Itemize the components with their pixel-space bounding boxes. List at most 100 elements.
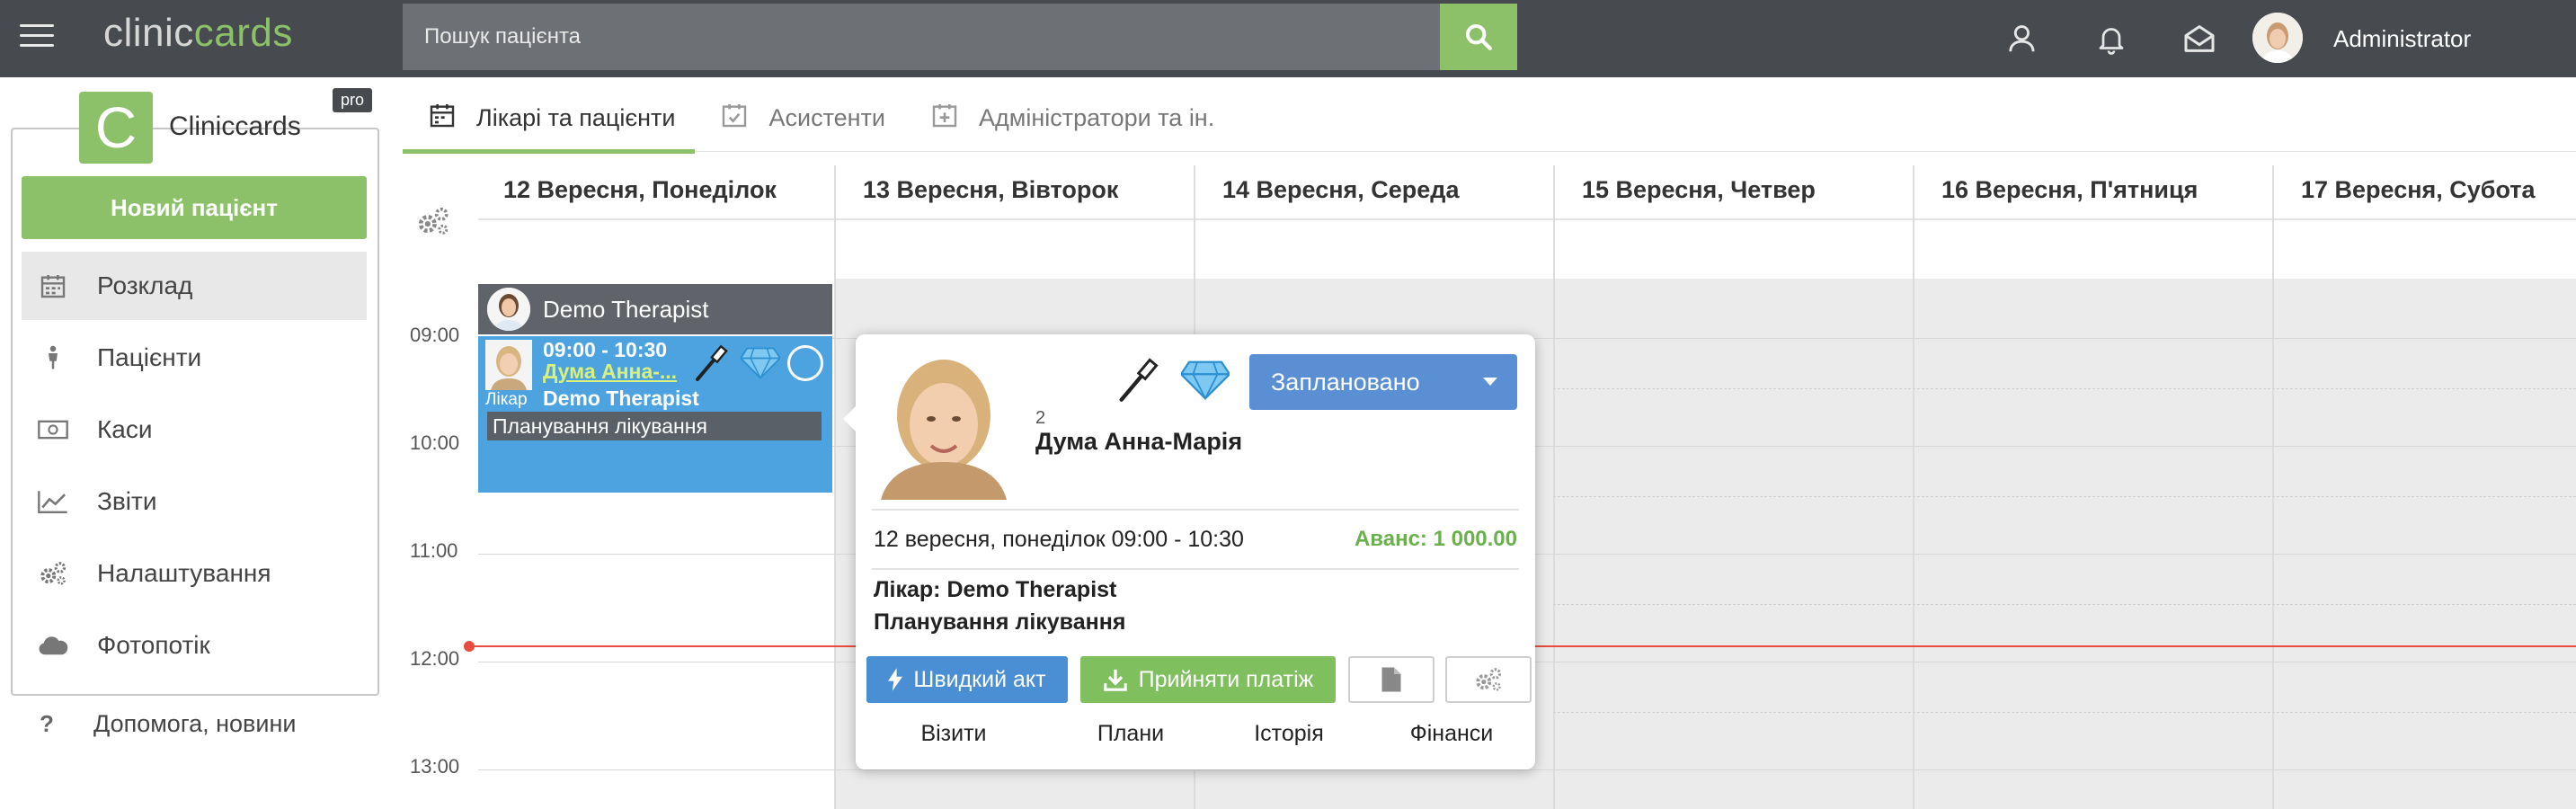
history-link[interactable]: Історія: [1210, 721, 1368, 747]
day-header[interactable]: 16 Вересня, П'ятниця: [1941, 176, 2198, 204]
user-icon: [2009, 25, 2035, 52]
time-label: 09:00: [410, 324, 460, 346]
tab-administrators[interactable]: Адміністратори та ін.: [905, 86, 1234, 149]
bell-icon: [2099, 28, 2124, 55]
doctor-column-header[interactable]: Demo Therapist: [478, 284, 832, 334]
day-header[interactable]: 12 Вересня, Понеділок: [503, 176, 777, 204]
sidebar-item-settings[interactable]: Налаштування: [22, 539, 367, 608]
appointment-icons: [690, 342, 823, 385]
day-column-bg: [1914, 279, 2272, 809]
tab-assistants[interactable]: Асистенти: [695, 86, 905, 149]
appointment-time: 09:00 - 10:30: [543, 338, 668, 361]
finances-link[interactable]: Фінанси: [1368, 721, 1535, 747]
sidebar-item-label: Пацієнти: [97, 343, 202, 371]
user-switch-button[interactable]: [2003, 18, 2044, 59]
sidebar-item-reports[interactable]: Звіти: [22, 467, 367, 536]
status-circle-icon[interactable]: [787, 345, 823, 381]
sidebar-item-cash[interactable]: Каси: [22, 396, 367, 464]
popup-divider: [872, 568, 1519, 570]
sidebar-item-label: Каси: [97, 415, 153, 443]
time-label: 10:00: [410, 431, 460, 454]
sidebar-item-photostream[interactable]: Фотопотік: [22, 611, 367, 680]
pro-badge: pro: [333, 88, 373, 112]
plans-link[interactable]: Плани: [1052, 721, 1210, 747]
day-header[interactable]: 13 Вересня, Вівторок: [863, 176, 1118, 204]
current-time-dot: [464, 641, 475, 652]
diamond-icon: [741, 347, 780, 380]
tab-label: Лікарі та пацієнти: [476, 103, 676, 131]
clinic-logo: C: [79, 92, 153, 164]
patient-search-input[interactable]: [403, 4, 1440, 70]
app-logo[interactable]: cliniccards: [103, 11, 293, 56]
help-label: Допомога, новини: [93, 710, 297, 737]
half-hour-line: [1553, 712, 2576, 713]
calendar-icon: [34, 271, 72, 300]
half-hour-line: [1553, 496, 2576, 497]
notifications-button[interactable]: [2091, 18, 2132, 59]
appointment-doctor-label: Лікар: [485, 390, 528, 409]
person-icon: [34, 343, 72, 372]
calendar-check-icon: [720, 101, 749, 136]
new-patient-button[interactable]: Новий пацієнт: [22, 176, 367, 239]
half-hour-line: [1553, 604, 2576, 605]
time-label: 13:00: [410, 755, 460, 778]
popup-arrow: [843, 406, 856, 431]
patient-thumbnail: [485, 340, 532, 390]
logo-text-part1: clinic: [103, 11, 194, 55]
popup-divider: [872, 509, 1519, 511]
quick-act-label: Швидкий акт: [913, 666, 1046, 692]
sidebar-item-schedule[interactable]: Розклад: [22, 252, 367, 320]
tab-doctors-patients[interactable]: Лікарі та пацієнти: [403, 86, 696, 154]
chart-icon: [34, 489, 72, 514]
accept-payment-button[interactable]: Прийняти платіж: [1080, 656, 1336, 703]
popup-tool-icons: [1113, 354, 1230, 406]
cloud-icon: [34, 634, 72, 657]
toothbrush-icon: [1119, 358, 1159, 402]
patient-name[interactable]: Дума Анна-Марія: [1035, 428, 1242, 456]
tab-label: Асистенти: [768, 103, 886, 131]
chevron-down-icon: [1483, 378, 1497, 386]
appointment-plan-text: Планування лікування: [874, 609, 1126, 635]
doctor-name: Demo Therapist: [543, 295, 709, 323]
calendar-settings-button[interactable]: [415, 203, 451, 244]
document-icon: [1381, 667, 1401, 692]
search-button[interactable]: [1440, 4, 1517, 70]
sidebar-item-label: Фотопотік: [97, 631, 210, 659]
half-hour-line: [1553, 388, 2576, 389]
cash-icon: [34, 417, 72, 442]
sidebar-item-label: Налаштування: [97, 559, 271, 587]
search-icon: [1465, 23, 1492, 50]
appointment-doctor-name: Demo Therapist: [543, 387, 699, 410]
question-icon: ?: [40, 710, 54, 737]
sidebar-item-label: Звіти: [97, 487, 157, 515]
day-header[interactable]: 14 Вересня, Середа: [1222, 176, 1459, 204]
document-button[interactable]: [1348, 656, 1435, 703]
diamond-icon: [1181, 360, 1230, 401]
status-dropdown[interactable]: Заплановано: [1249, 354, 1517, 410]
top-bar: cliniccards Administrator: [0, 0, 2576, 77]
messages-button[interactable]: [2179, 18, 2220, 59]
appointment-settings-button[interactable]: [1445, 656, 1532, 703]
visits-link[interactable]: Візити: [856, 721, 1052, 747]
day-header[interactable]: 17 Вересня, Субота: [2301, 176, 2536, 204]
column-divider: [834, 165, 836, 809]
patient-number: 2: [1035, 408, 1046, 428]
help-news-link[interactable]: ? Допомога, новини: [40, 710, 296, 738]
user-name[interactable]: Administrator: [2333, 25, 2471, 53]
day-header[interactable]: 15 Вересня, Четвер: [1582, 176, 1816, 204]
hour-line: [478, 769, 2576, 770]
tab-label: Адміністратори та ін.: [979, 103, 1215, 131]
patient-search: [403, 4, 1517, 70]
staff-tabs: Лікарі та пацієнти Асистенти Адміністрат…: [403, 86, 1234, 154]
user-avatar[interactable]: [2252, 13, 2303, 63]
calendar-header-line: [478, 218, 2576, 220]
sidebar-item-patients[interactable]: Пацієнти: [22, 324, 367, 392]
logo-text-part2: cards: [193, 11, 293, 55]
patient-photo: [872, 347, 1016, 500]
sidebar-item-label: Розклад: [97, 271, 193, 299]
hamburger-menu-icon[interactable]: [20, 24, 54, 51]
quick-act-button[interactable]: Швидкий акт: [866, 656, 1068, 703]
calendar-plus-icon: [930, 101, 959, 136]
appointment-card[interactable]: 09:00 - 10:30 Дума Анна-... Лікар Demo T…: [478, 336, 832, 493]
appointment-patient-link[interactable]: Дума Анна-...: [543, 360, 677, 384]
